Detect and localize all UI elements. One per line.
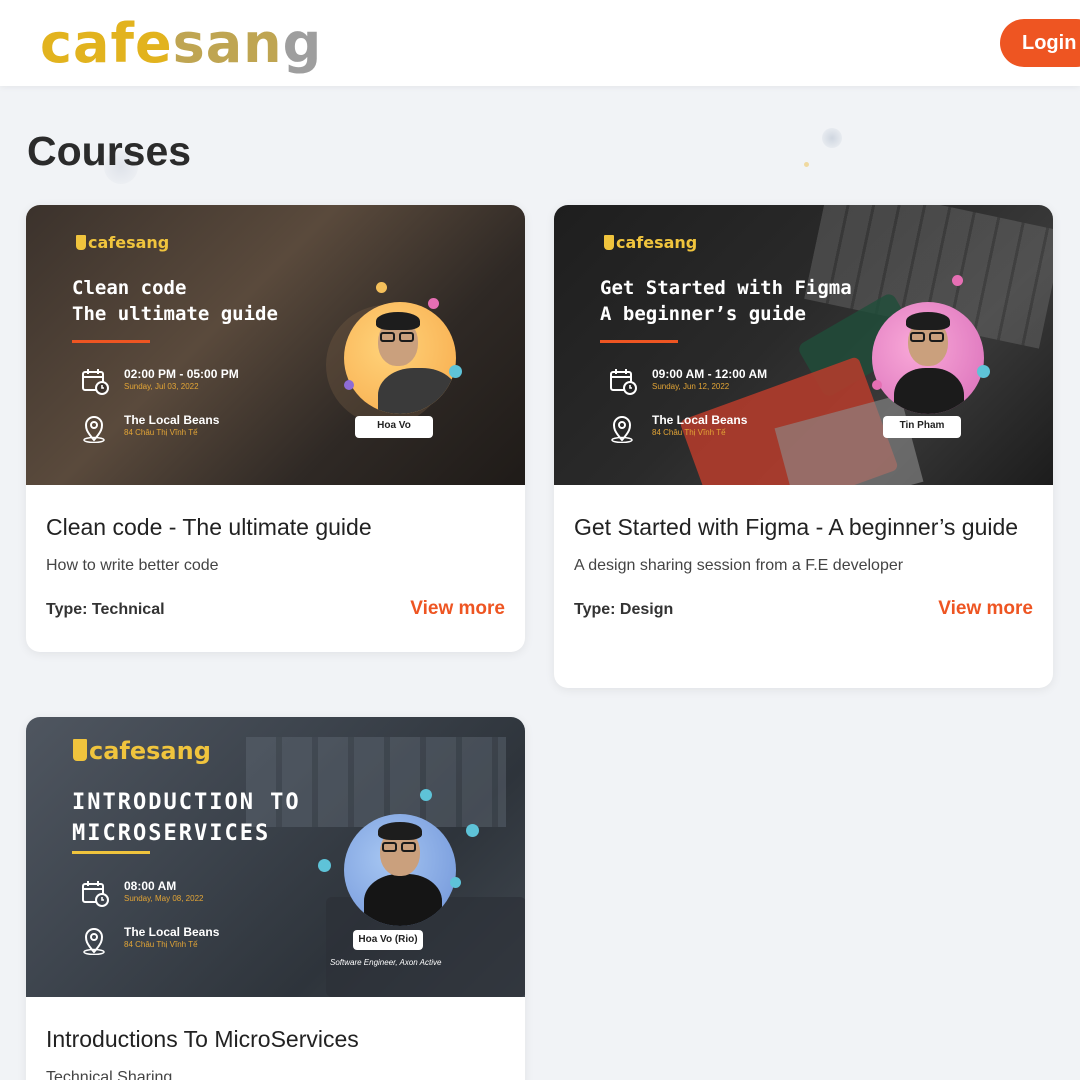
decorative-dot <box>449 365 462 378</box>
decorative-dot <box>344 380 354 390</box>
logo-text-part3: g <box>282 12 323 75</box>
course-type: Type: Design <box>574 601 674 618</box>
calendar-clock-icon <box>609 367 637 400</box>
banner-brand-logo: cafesang <box>73 737 211 765</box>
banner-divider <box>72 851 150 854</box>
decorative-dot <box>872 380 882 390</box>
speaker-name-tag: Hoa Vo <box>355 416 433 438</box>
banner-heading: Clean code The ultimate guide <box>72 275 278 327</box>
map-pin-icon <box>609 413 635 448</box>
decorative-dot <box>804 162 809 167</box>
banner-address: 84 Châu Thị Vĩnh Tế <box>124 940 198 949</box>
course-card: cafesang Clean code The ultimate guide 0… <box>26 205 525 652</box>
banner-location: The Local Beans 84 Châu Thị Vĩnh Tế <box>81 413 281 444</box>
banner-address: 84 Châu Thị Vĩnh Tế <box>124 428 198 437</box>
view-more-link[interactable]: View more <box>938 598 1033 620</box>
course-banner-image[interactable]: cafesang INTRODUCTION TO MICROSERVICES 0… <box>26 717 525 997</box>
speaker-name-tag: Hoa Vo (Rio) <box>353 930 423 950</box>
logo-text-part2: san <box>172 12 283 75</box>
decorative-dot <box>318 859 331 872</box>
banner-time: 08:00 AM <box>124 879 177 893</box>
speaker-photo <box>872 302 984 414</box>
course-banner-image[interactable]: cafesang Clean code The ultimate guide 0… <box>26 205 525 485</box>
banner-date: Sunday, May 08, 2022 <box>124 894 204 903</box>
banner-venue: The Local Beans <box>124 413 220 427</box>
decorative-dot <box>977 365 990 378</box>
map-pin-icon <box>81 413 107 448</box>
login-button[interactable]: Login <box>1000 19 1080 67</box>
banner-venue: The Local Beans <box>652 413 748 427</box>
speaker-photo <box>344 302 456 414</box>
decorative-dot <box>420 789 432 801</box>
banner-heading-line1: Clean code <box>72 277 187 299</box>
banner-brand-logo: cafesang <box>604 233 697 252</box>
speaker-name-tag: Tin Pham <box>883 416 961 438</box>
decorative-dot <box>952 275 963 286</box>
speaker-photo <box>344 814 456 926</box>
banner-heading-line2: A beginner’s guide <box>600 303 806 325</box>
map-pin-icon <box>81 925 107 960</box>
banner-heading-line2: The ultimate guide <box>72 303 278 325</box>
banner-time: 02:00 PM - 05:00 PM <box>124 367 239 381</box>
course-banner-image[interactable]: cafesang Get Started with Figma A beginn… <box>554 205 1053 485</box>
banner-date: Sunday, Jun 12, 2022 <box>652 382 730 391</box>
calendar-clock-icon <box>81 879 109 912</box>
course-title[interactable]: Introductions To MicroServices <box>46 1021 505 1057</box>
decorative-dot <box>376 282 387 293</box>
banner-divider <box>72 340 150 343</box>
course-description: How to write better code <box>46 557 219 574</box>
logo-text-part1: cafe <box>40 12 173 75</box>
banner-address: 84 Châu Thị Vĩnh Tế <box>652 428 726 437</box>
banner-heading-line2: MICROSERVICES <box>72 821 271 846</box>
course-title[interactable]: Clean code - The ultimate guide <box>46 509 505 545</box>
course-card: cafesang INTRODUCTION TO MICROSERVICES 0… <box>26 717 525 1080</box>
decorative-dot <box>428 298 439 309</box>
banner-location: The Local Beans 84 Châu Thị Vĩnh Tế <box>609 413 809 444</box>
speaker-role: Software Engineer, Axon Active <box>330 958 442 967</box>
course-title[interactable]: Get Started with Figma - A beginner’s gu… <box>574 509 1033 545</box>
banner-divider <box>600 340 678 343</box>
course-description: Technical Sharing <box>46 1069 173 1080</box>
decorative-bubble <box>822 128 842 148</box>
banner-brand-logo: cafesang <box>76 233 169 252</box>
banner-schedule: 08:00 AM Sunday, May 08, 2022 <box>81 879 281 907</box>
banner-heading: Get Started with Figma A beginner’s guid… <box>600 275 852 327</box>
course-card: cafesang Get Started with Figma A beginn… <box>554 205 1053 688</box>
course-type: Type: Technical <box>46 601 165 618</box>
decorative-dot <box>466 824 479 837</box>
banner-schedule: 02:00 PM - 05:00 PM Sunday, Jul 03, 2022 <box>81 367 281 395</box>
view-more-link[interactable]: View more <box>410 598 505 620</box>
banner-heading-line1: INTRODUCTION TO <box>72 790 301 815</box>
banner-time: 09:00 AM - 12:00 AM <box>652 367 768 381</box>
cafesang-logo[interactable]: cafesang <box>40 12 322 76</box>
page-title: Courses <box>27 128 192 174</box>
banner-location: The Local Beans 84 Châu Thị Vĩnh Tế <box>81 925 281 956</box>
banner-date: Sunday, Jul 03, 2022 <box>124 382 199 391</box>
banner-schedule: 09:00 AM - 12:00 AM Sunday, Jun 12, 2022 <box>609 367 809 395</box>
banner-heading-line1: Get Started with Figma <box>600 277 852 299</box>
calendar-clock-icon <box>81 367 109 400</box>
course-description: A design sharing session from a F.E deve… <box>574 557 904 574</box>
top-header: cafesang Login <box>0 0 1080 86</box>
decorative-dot <box>450 877 461 888</box>
banner-heading: INTRODUCTION TO MICROSERVICES <box>72 787 301 849</box>
banner-venue: The Local Beans <box>124 925 220 939</box>
